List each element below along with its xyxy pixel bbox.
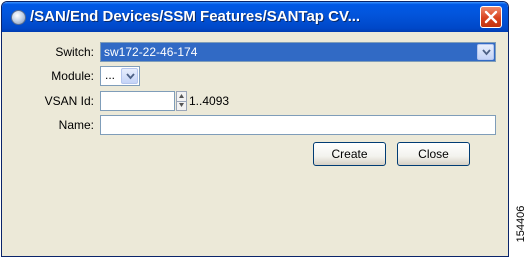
module-dropdown-button[interactable]	[121, 68, 138, 84]
switch-value: sw172-22-46-174	[104, 45, 198, 59]
module-label: Module:	[51, 69, 94, 83]
app-icon	[11, 10, 26, 25]
chevron-down-icon	[126, 73, 135, 80]
close-button[interactable]: Close	[397, 142, 470, 166]
close-icon	[484, 10, 498, 24]
name-field[interactable]	[100, 115, 496, 135]
vsan-id-spinner[interactable]	[176, 91, 187, 111]
watermark-text: 154406	[515, 205, 527, 243]
module-value: ...	[105, 68, 116, 82]
window-title: /SAN/End Devices/SSM Features/SANTap CV.…	[30, 8, 361, 25]
caret-down-icon	[179, 103, 184, 107]
create-button[interactable]: Create	[313, 142, 386, 166]
switch-dropdown-button[interactable]	[477, 44, 494, 60]
close-window-button[interactable]	[480, 6, 502, 28]
dialog-window: /SAN/End Devices/SSM Features/SANTap CV.…	[1, 1, 509, 257]
chevron-down-icon	[482, 49, 491, 56]
module-dropdown[interactable]: ...	[100, 66, 140, 86]
vsan-id-label: VSAN Id:	[44, 94, 94, 108]
vsan-id-field[interactable]	[100, 91, 175, 111]
title-bar[interactable]: /SAN/End Devices/SSM Features/SANTap CV.…	[2, 2, 508, 32]
vsan-id-range-hint: 1..4093	[189, 94, 230, 108]
switch-dropdown[interactable]: sw172-22-46-174	[100, 42, 496, 62]
figure-number-watermark: 154406	[514, 198, 528, 254]
caret-up-icon	[179, 94, 184, 98]
name-label: Name:	[58, 118, 94, 132]
spinner-down-button[interactable]	[177, 101, 186, 110]
switch-label: Switch:	[55, 45, 94, 59]
